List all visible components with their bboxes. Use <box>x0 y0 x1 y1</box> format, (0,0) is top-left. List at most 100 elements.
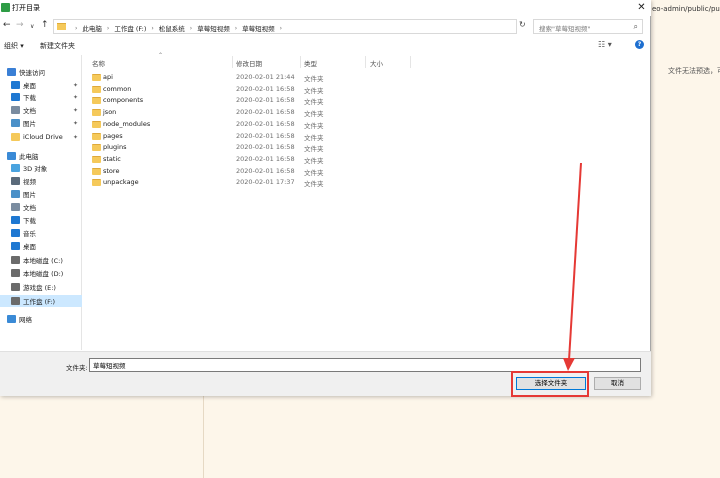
file-type: 文件夹 <box>304 98 324 107</box>
pin-icon: ✦ <box>73 81 79 89</box>
folder-icon <box>92 167 101 175</box>
sidebar-item[interactable]: 桌面 ✦ <box>0 79 82 91</box>
folder-icon <box>92 132 101 140</box>
pin-icon: ✦ <box>73 133 79 141</box>
file-row[interactable]: components 2020-02-01 16:58 文件夹 <box>88 95 388 107</box>
column-divider[interactable] <box>232 56 233 68</box>
picture-icon <box>11 190 20 198</box>
sidebar-item-label: 文档 <box>23 107 36 115</box>
sidebar-item-label: 工作盘 (F:) <box>23 298 56 306</box>
sidebar-item[interactable]: 文档 <box>0 201 82 213</box>
file-row[interactable]: common 2020-02-01 16:58 文件夹 <box>88 84 388 96</box>
new-folder-button[interactable]: 新建文件夹 <box>40 41 75 51</box>
computer-icon <box>7 152 16 160</box>
address-bar[interactable]: › 此电脑 › 工作盘 (F:) › 松鼠系统 › 草莓短视频 › 草莓短视频 … <box>53 19 517 34</box>
file-modified-date: 2020-02-01 16:58 <box>236 143 295 152</box>
file-type: 文件夹 <box>304 110 324 119</box>
sidebar-item-label: 文档 <box>23 204 36 212</box>
file-row[interactable]: static 2020-02-01 16:58 文件夹 <box>88 154 388 166</box>
file-type: 文件夹 <box>304 145 324 154</box>
forward-arrow-icon[interactable]: → <box>16 20 24 30</box>
file-name: node_modules <box>103 119 151 128</box>
folder-icon <box>57 23 66 30</box>
sidebar-item[interactable]: iCloud Drive ✦ <box>0 131 82 143</box>
file-row[interactable]: json 2020-02-01 16:58 文件夹 <box>88 107 388 119</box>
sidebar-item-label: 下载 <box>23 94 36 102</box>
sidebar-item[interactable]: 快速访问 <box>0 66 82 78</box>
cancel-button[interactable]: 取消 <box>594 377 641 390</box>
file-row[interactable]: unpackage 2020-02-01 17:37 文件夹 <box>88 177 388 189</box>
column-header-name[interactable]: 名称 <box>92 58 105 68</box>
sidebar-item-label: 图片 <box>23 191 36 199</box>
file-modified-date: 2020-02-01 17:37 <box>236 178 295 187</box>
view-options-icon[interactable]: ☷ ▾ <box>598 40 612 49</box>
file-row[interactable]: plugins 2020-02-01 16:58 文件夹 <box>88 142 388 154</box>
sidebar-item[interactable]: 本地磁盘 (C:) <box>0 254 82 266</box>
recent-locations-chevron-icon[interactable]: ∨ <box>30 22 34 32</box>
sidebar-item[interactable]: 图片 ✦ <box>0 117 82 129</box>
column-divider[interactable] <box>300 56 301 68</box>
breadcrumb-item-squirrel-system[interactable]: 松鼠系统 <box>159 23 185 33</box>
refresh-icon[interactable]: ↻ <box>519 20 526 29</box>
sidebar-item[interactable]: 3D 对象 <box>0 162 82 174</box>
sidebar-item-label: 本地磁盘 (C:) <box>23 257 63 265</box>
column-header-size[interactable]: 大小 <box>370 58 383 68</box>
breadcrumb-item-work-drive[interactable]: 工作盘 (F:) <box>114 23 146 33</box>
breadcrumb-separator-icon: › <box>279 24 282 32</box>
sidebar-item[interactable]: 工作盘 (F:) <box>0 295 82 307</box>
sidebar-item[interactable]: 下载 ✦ <box>0 91 82 103</box>
breadcrumb-item-project[interactable]: 草莓短视频 <box>197 23 230 33</box>
sidebar-item-label: 游戏盘 (E:) <box>23 284 56 292</box>
folder-icon <box>92 74 101 81</box>
file-name: static <box>103 154 121 163</box>
file-name: plugins <box>103 143 127 152</box>
drive-icon <box>11 256 20 264</box>
sidebar-item[interactable]: 此电脑 <box>0 150 82 162</box>
sidebar-item[interactable]: 图片 <box>0 188 82 200</box>
file-row[interactable]: api 2020-02-01 21:44 文件夹 <box>88 72 388 84</box>
search-box[interactable]: 搜索"草莓短视频" ⌕ <box>533 19 643 34</box>
sidebar-item[interactable]: 本地磁盘 (D:) <box>0 267 82 279</box>
file-row[interactable]: node_modules 2020-02-01 16:58 文件夹 <box>88 119 388 131</box>
column-divider[interactable] <box>365 56 366 68</box>
folder-name-input[interactable] <box>89 358 641 372</box>
file-modified-date: 2020-02-01 16:58 <box>236 166 295 175</box>
up-arrow-icon[interactable]: ↑ <box>41 20 49 30</box>
sidebar-item[interactable]: 桌面 <box>0 240 82 252</box>
breadcrumb-item-this-pc[interactable]: 此电脑 <box>82 23 102 33</box>
sidebar-item-label: 桌面 <box>23 243 36 251</box>
organize-menu[interactable]: 组织 ▾ <box>4 41 24 51</box>
file-type: 文件夹 <box>304 180 324 189</box>
sidebar-item-label: 图片 <box>23 120 36 128</box>
sidebar-item-label: 音乐 <box>23 230 36 238</box>
sidebar-item[interactable]: 视频 <box>0 175 82 187</box>
sidebar-item[interactable]: 音乐 <box>0 227 82 239</box>
help-icon[interactable]: ? <box>635 40 644 49</box>
folder-icon <box>92 109 101 117</box>
folder-icon <box>92 120 101 128</box>
search-placeholder: 搜索"草莓短视频" <box>539 25 591 33</box>
file-row[interactable]: pages 2020-02-01 16:58 文件夹 <box>88 131 388 143</box>
annotation-highlight-box <box>511 371 589 397</box>
column-header-date[interactable]: 修改日期 <box>236 58 262 68</box>
file-modified-date: 2020-02-01 16:58 <box>236 119 295 128</box>
sidebar-item[interactable]: 游戏盘 (E:) <box>0 281 82 293</box>
sidebar-item[interactable]: 下载 <box>0 214 82 226</box>
sidebar-item[interactable]: 文档 ✦ <box>0 104 82 116</box>
network-icon <box>7 315 16 323</box>
background-url-text: eo-admin/public/publ <box>652 5 720 13</box>
column-header-type[interactable]: 类型 <box>304 58 317 68</box>
file-type: 文件夹 <box>304 121 324 130</box>
back-arrow-icon[interactable]: ← <box>3 20 11 30</box>
search-icon[interactable]: ⌕ <box>634 22 638 32</box>
close-button[interactable]: ✕ <box>632 0 651 16</box>
breadcrumb-item-current[interactable]: 草莓短视频 <box>242 23 275 33</box>
pin-icon: ✦ <box>73 119 79 127</box>
desktop-icon <box>11 81 20 89</box>
column-divider[interactable] <box>410 56 411 68</box>
folder-icon <box>11 133 20 141</box>
sidebar-item[interactable]: 网络 <box>0 313 82 325</box>
file-row[interactable]: store 2020-02-01 16:58 文件夹 <box>88 166 388 178</box>
file-modified-date: 2020-02-01 16:58 <box>236 96 295 105</box>
star-icon <box>7 68 16 76</box>
